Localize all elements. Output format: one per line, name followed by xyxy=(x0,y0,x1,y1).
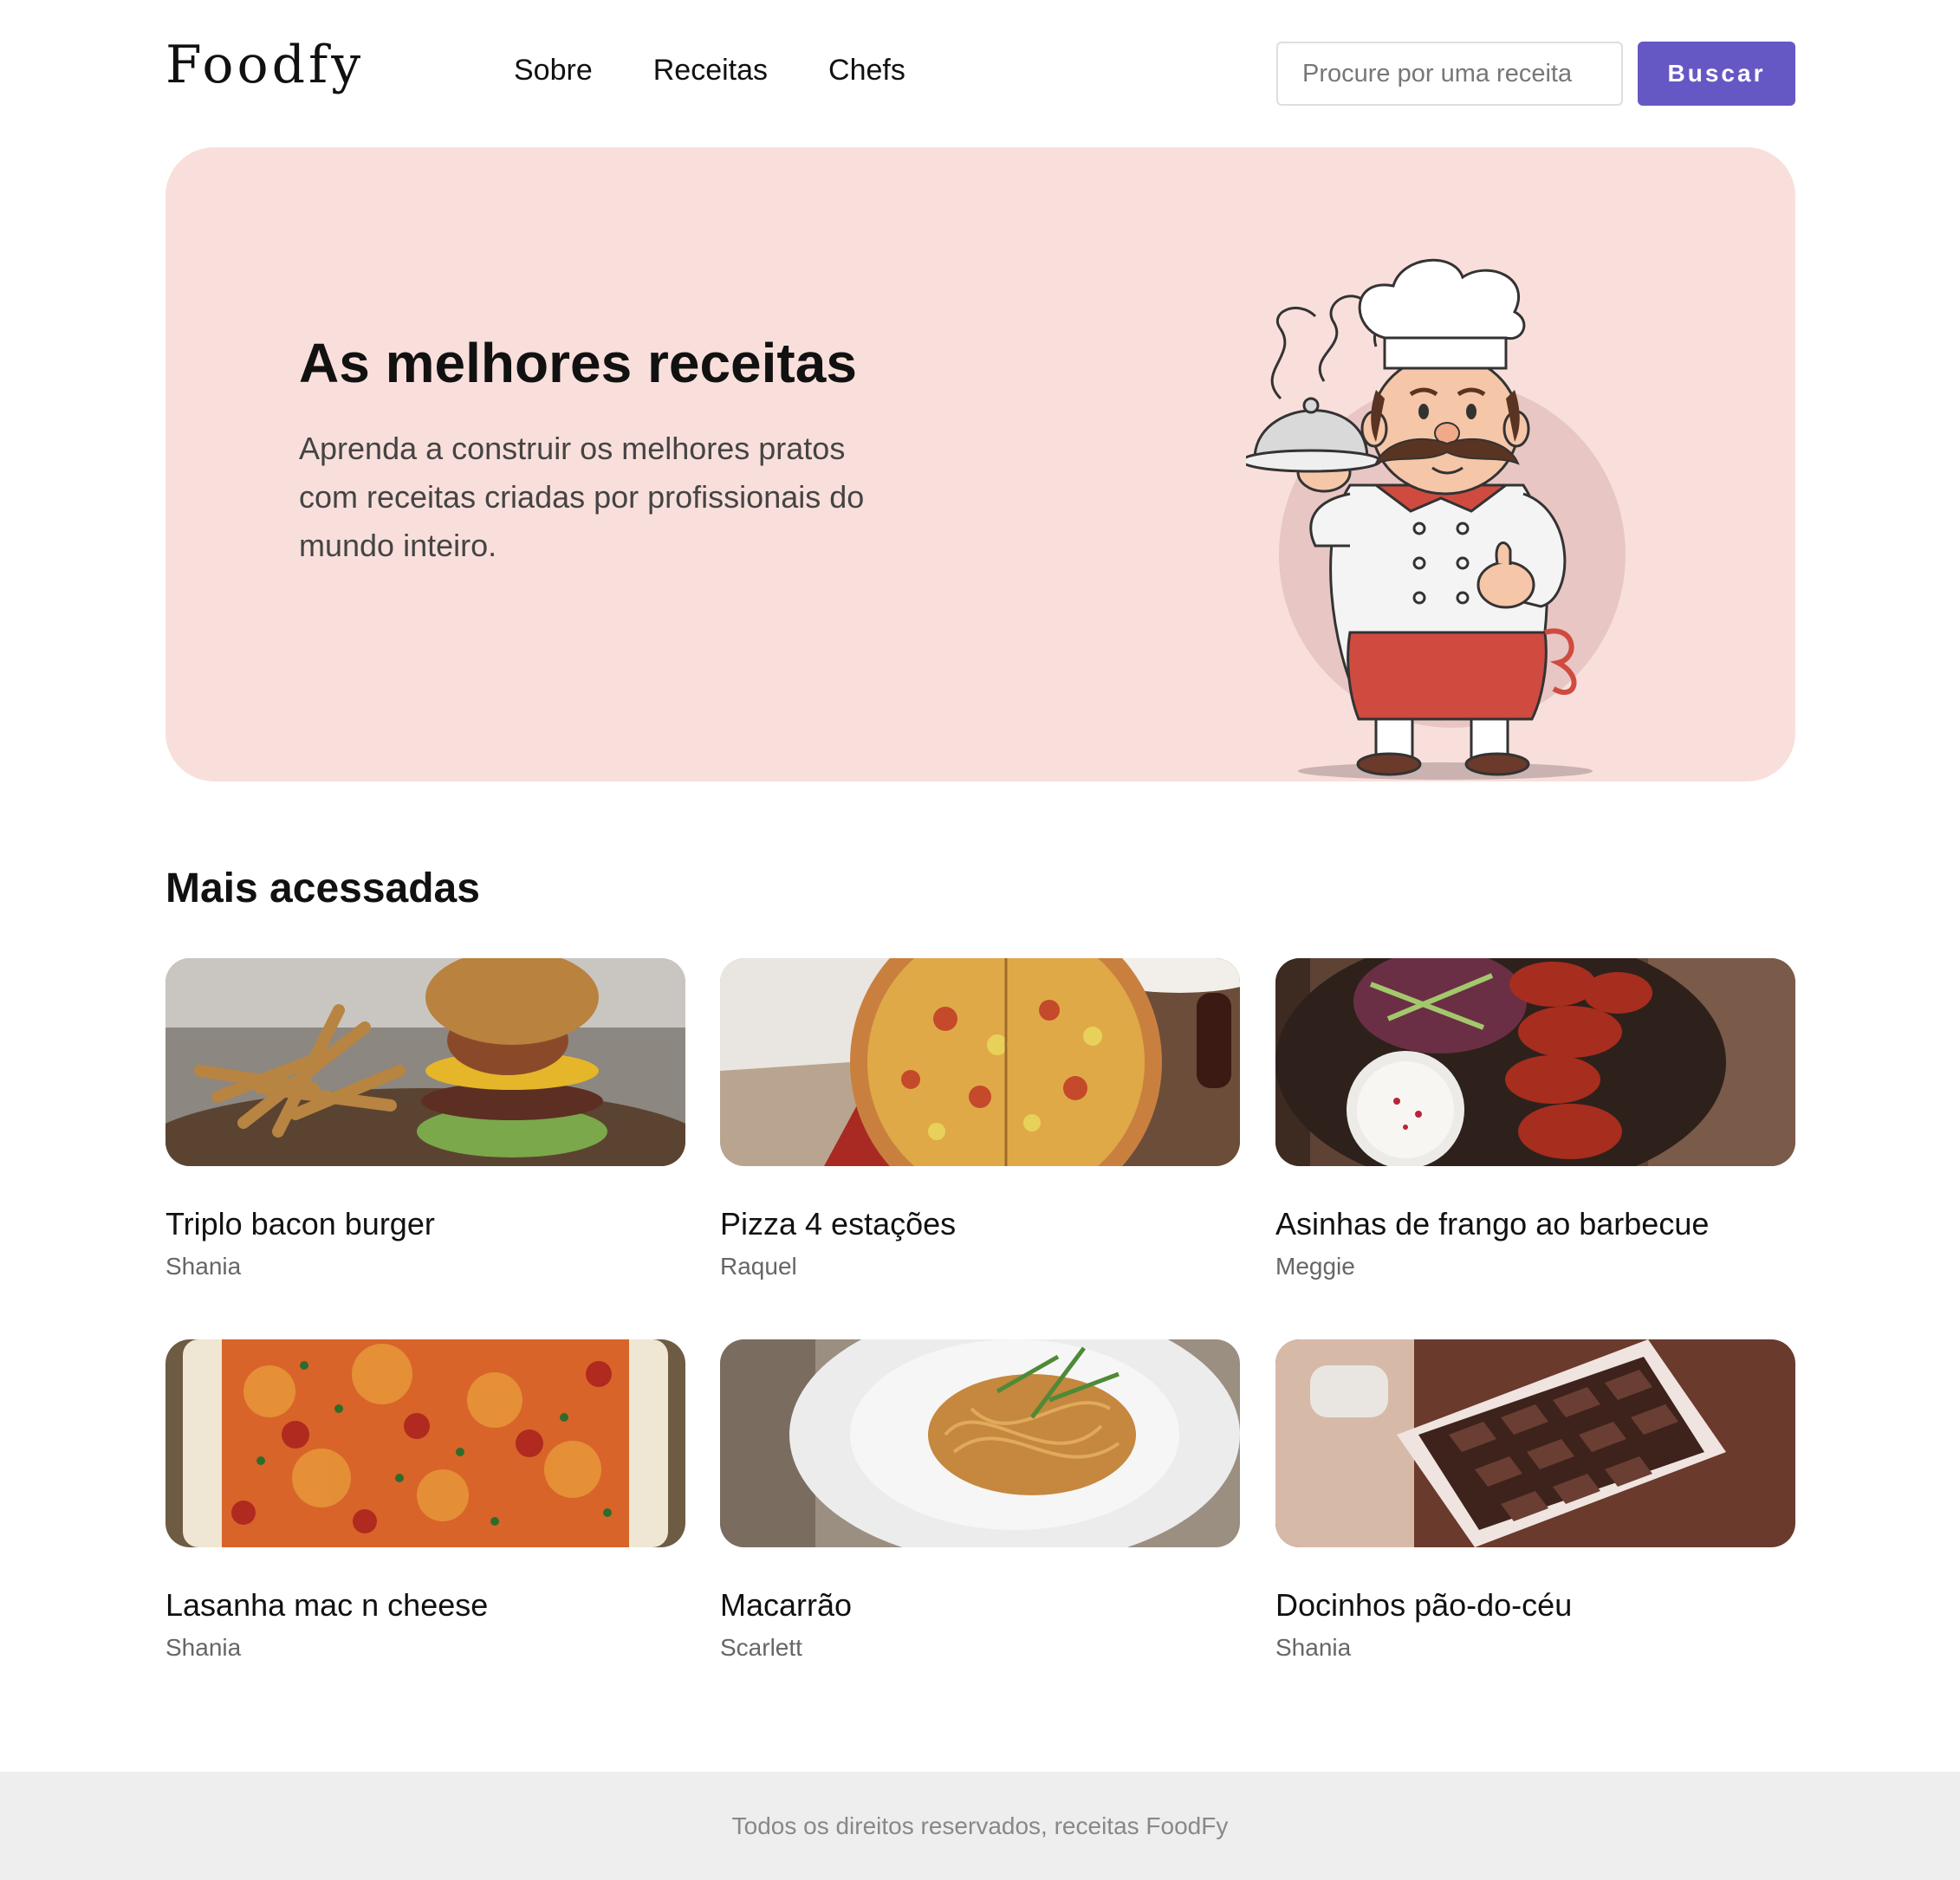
recipe-title[interactable]: Macarrão xyxy=(720,1587,852,1624)
recipe-image-lasagna[interactable] xyxy=(165,1339,685,1547)
footer-text: Todos os direitos reservados, receitas F… xyxy=(731,1812,1229,1839)
search-button[interactable]: Buscar xyxy=(1638,42,1795,106)
recipe-author: Shania xyxy=(165,1634,242,1661)
recipe-image-docinhos[interactable] xyxy=(1275,1339,1795,1547)
search-input[interactable] xyxy=(1276,42,1623,106)
recipe-author: Raquel xyxy=(720,1253,797,1280)
recipe-image-pizza[interactable] xyxy=(720,958,1240,1166)
recipe-title[interactable]: Asinhas de frango ao barbecue xyxy=(1275,1206,1709,1242)
hero-description: Aprenda a construir os melhores pratos c… xyxy=(299,431,865,563)
recipe-card-docinhos[interactable]: Docinhos pão-do-céu Shania xyxy=(1275,1339,1795,1686)
nav-link-sobre[interactable]: Sobre xyxy=(514,54,593,88)
recipe-card-wings[interactable]: Asinhas de frango ao barbecue Meggie xyxy=(1275,958,1795,1305)
recipe-title[interactable]: Triplo bacon burger xyxy=(165,1206,435,1242)
recipe-card-burger[interactable]: Triplo bacon burger Shania xyxy=(165,958,685,1305)
recipe-card-macarrao[interactable]: Macarrão Scarlett xyxy=(720,1339,1240,1686)
recipe-image-wings[interactable] xyxy=(1275,958,1795,1166)
recipe-image-burger[interactable] xyxy=(165,958,685,1166)
hero-banner: As melhores receitas Aprenda a construir… xyxy=(165,147,1795,781)
recipe-author: Meggie xyxy=(1275,1253,1355,1280)
recipe-card-lasagna[interactable]: Lasanha mac n cheese Shania xyxy=(165,1339,685,1686)
recipe-title[interactable]: Docinhos pão-do-céu xyxy=(1275,1587,1572,1624)
nav-link-receitas[interactable]: Receitas xyxy=(653,54,768,88)
site-footer: Todos os direitos reservados, receitas F… xyxy=(0,1772,1960,1880)
section-title: Mais acessadas xyxy=(165,865,480,911)
logo[interactable]: Foodfy xyxy=(165,35,364,95)
nav-link-chefs[interactable]: Chefs xyxy=(828,54,905,88)
site-header: Foodfy Sobre Receitas Chefs Buscar xyxy=(0,0,1960,147)
hero-title: As melhores receitas xyxy=(299,332,857,394)
recipe-author: Shania xyxy=(165,1253,242,1280)
recipe-card-pizza[interactable]: Pizza 4 estações Raquel xyxy=(720,958,1240,1305)
recipe-title[interactable]: Lasanha mac n cheese xyxy=(165,1587,488,1624)
recipe-author: Scarlett xyxy=(720,1634,802,1661)
recipe-image-macarrao[interactable] xyxy=(720,1339,1240,1547)
main-nav: Sobre Receitas Chefs xyxy=(514,54,905,88)
chef-illustration-icon xyxy=(1246,258,1626,780)
recipe-title[interactable]: Pizza 4 estações xyxy=(720,1206,956,1242)
recipe-author: Shania xyxy=(1275,1634,1352,1661)
